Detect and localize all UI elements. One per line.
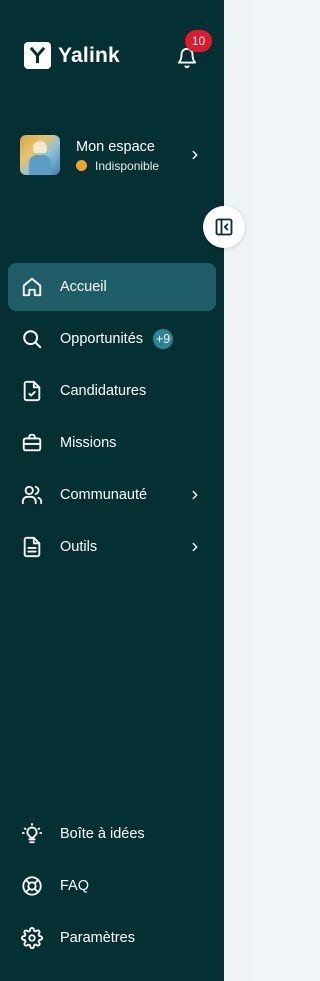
status-dot (76, 160, 87, 171)
collapse-sidebar-button[interactable] (203, 206, 245, 248)
brand-name: Yalink (58, 43, 120, 67)
nav-label: Paramètres (60, 930, 135, 946)
nav-item-candidatures[interactable]: Candidatures (8, 367, 216, 415)
nav-label: Outils (60, 539, 98, 555)
nav-label: Boîte à idées (60, 826, 145, 842)
logo-y-icon (29, 46, 46, 64)
nav-item-outils[interactable]: Outils (8, 523, 216, 571)
chevron-right-icon (192, 490, 198, 500)
gear-icon (21, 927, 43, 949)
nav-label: Opportunités (60, 331, 144, 347)
nav-label: Candidatures (60, 383, 147, 399)
nav-item-parametres[interactable]: Paramètres (8, 914, 216, 962)
nav-item-communaute[interactable]: Communauté (8, 471, 216, 519)
briefcase-icon (21, 432, 43, 454)
nav-item-boite-a-idees[interactable]: Boîte à idées (8, 810, 216, 858)
sidebar-collapse-icon (215, 218, 233, 236)
nav-label: Accueil (60, 279, 107, 295)
lightbulb-icon (21, 823, 43, 845)
opportunities-count-badge: +9 (153, 329, 174, 349)
brand-logo[interactable]: Yalink (24, 42, 120, 69)
notification-count-badge: 10 (185, 30, 212, 52)
nav-label: FAQ (60, 878, 90, 894)
chevron-right-icon (192, 542, 198, 552)
file-check-icon (21, 380, 43, 402)
profile-menu[interactable]: Mon espace Indisponible (20, 134, 210, 176)
file-text-icon (21, 536, 43, 558)
users-icon (21, 484, 43, 506)
avatar (20, 135, 60, 175)
nav-label: Communauté (60, 487, 148, 503)
nav-item-faq[interactable]: FAQ (8, 862, 216, 910)
lifebuoy-icon (21, 875, 43, 897)
home-icon (21, 276, 43, 298)
logo-mark (24, 42, 51, 69)
status-label: Indisponible (95, 158, 160, 173)
sidebar: Yalink 10 Mon espace Indisponible Accuei… (0, 0, 224, 981)
nav-item-opportunites[interactable]: Opportunités +9 (8, 315, 216, 363)
nav-item-missions[interactable]: Missions (8, 419, 216, 467)
nav-label: Missions (60, 435, 117, 451)
nav-item-accueil[interactable]: Accueil (8, 263, 216, 311)
profile-name: Mon espace (76, 138, 155, 155)
main-content-edge (224, 0, 250, 981)
chevron-right-icon (192, 150, 198, 160)
profile-status: Indisponible (76, 159, 188, 173)
search-icon (21, 328, 43, 350)
